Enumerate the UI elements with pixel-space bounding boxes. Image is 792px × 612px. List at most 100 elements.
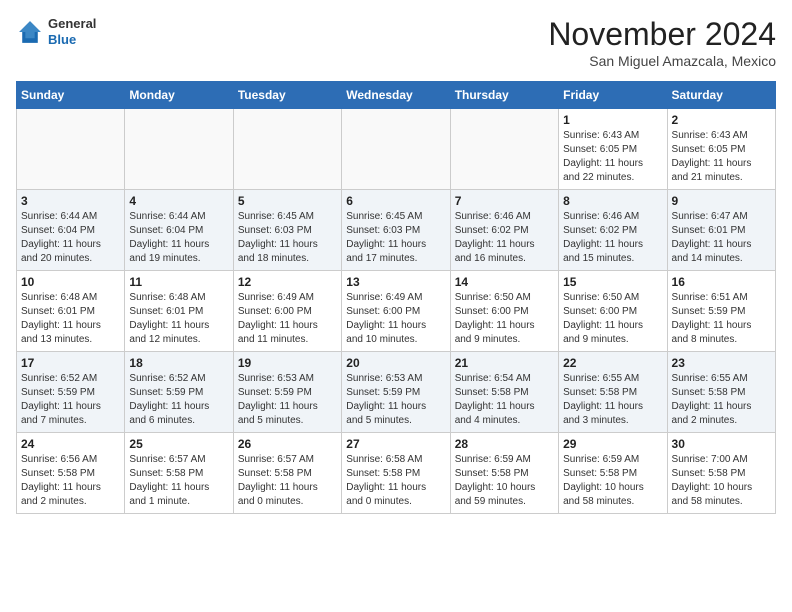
calendar-day-cell: 21 Sunrise: 6:54 AM Sunset: 5:58 PM Dayli…	[450, 352, 558, 433]
weekday-header: Wednesday	[342, 82, 450, 109]
day-number: 10	[21, 275, 120, 289]
calendar-week-row: 24 Sunrise: 6:56 AM Sunset: 5:58 PM Dayli…	[17, 433, 776, 514]
day-number: 23	[672, 356, 771, 370]
day-info: Sunrise: 6:59 AM Sunset: 5:58 PM Dayligh…	[563, 453, 662, 509]
day-info: Sunrise: 6:53 AM Sunset: 5:59 PM Dayligh…	[238, 372, 337, 428]
day-info: Sunrise: 6:47 AM Sunset: 6:01 PM Dayligh…	[672, 210, 771, 266]
calendar-day-cell: 9 Sunrise: 6:47 AM Sunset: 6:01 PM Daylig…	[667, 190, 775, 271]
day-info: Sunrise: 6:45 AM Sunset: 6:03 PM Dayligh…	[346, 210, 445, 266]
calendar-day-cell: 28 Sunrise: 6:59 AM Sunset: 5:58 PM Dayli…	[450, 433, 558, 514]
day-info: Sunrise: 6:45 AM Sunset: 6:03 PM Dayligh…	[238, 210, 337, 266]
logo-icon	[16, 18, 44, 46]
day-number: 30	[672, 437, 771, 451]
day-number: 18	[129, 356, 228, 370]
day-info: Sunrise: 7:00 AM Sunset: 5:58 PM Dayligh…	[672, 453, 771, 509]
day-number: 12	[238, 275, 337, 289]
day-info: Sunrise: 6:51 AM Sunset: 5:59 PM Dayligh…	[672, 291, 771, 347]
calendar-day-cell	[125, 109, 233, 190]
calendar-day-cell: 26 Sunrise: 6:57 AM Sunset: 5:58 PM Dayli…	[233, 433, 341, 514]
day-info: Sunrise: 6:44 AM Sunset: 6:04 PM Dayligh…	[129, 210, 228, 266]
day-info: Sunrise: 6:53 AM Sunset: 5:59 PM Dayligh…	[346, 372, 445, 428]
day-number: 22	[563, 356, 662, 370]
day-info: Sunrise: 6:46 AM Sunset: 6:02 PM Dayligh…	[455, 210, 554, 266]
location: San Miguel Amazcala, Mexico	[548, 53, 776, 69]
weekday-header: Saturday	[667, 82, 775, 109]
day-info: Sunrise: 6:54 AM Sunset: 5:58 PM Dayligh…	[455, 372, 554, 428]
day-number: 26	[238, 437, 337, 451]
weekday-header: Tuesday	[233, 82, 341, 109]
logo: General Blue	[16, 16, 96, 47]
day-number: 13	[346, 275, 445, 289]
day-info: Sunrise: 6:57 AM Sunset: 5:58 PM Dayligh…	[129, 453, 228, 509]
calendar-day-cell: 19Sunrise: 6:53 AM Sunset: 5:59 PM Dayli…	[233, 352, 341, 433]
day-info: Sunrise: 6:43 AM Sunset: 6:05 PM Dayligh…	[563, 129, 662, 185]
day-info: Sunrise: 6:52 AM Sunset: 5:59 PM Dayligh…	[21, 372, 120, 428]
day-number: 15	[563, 275, 662, 289]
calendar-day-cell	[450, 109, 558, 190]
day-number: 16	[672, 275, 771, 289]
calendar-day-cell: 12 Sunrise: 6:49 AM Sunset: 6:00 PM Dayli…	[233, 271, 341, 352]
calendar-week-row: 1Sunrise: 6:43 AM Sunset: 6:05 PM Daylig…	[17, 109, 776, 190]
day-number: 6	[346, 194, 445, 208]
day-info: Sunrise: 6:46 AM Sunset: 6:02 PM Dayligh…	[563, 210, 662, 266]
day-number: 25	[129, 437, 228, 451]
weekday-header: Thursday	[450, 82, 558, 109]
calendar-day-cell: 7 Sunrise: 6:46 AM Sunset: 6:02 PM Daylig…	[450, 190, 558, 271]
weekday-header: Sunday	[17, 82, 125, 109]
day-number: 27	[346, 437, 445, 451]
day-info: Sunrise: 6:44 AM Sunset: 6:04 PM Dayligh…	[21, 210, 120, 266]
calendar-day-cell: 1Sunrise: 6:43 AM Sunset: 6:05 PM Daylig…	[559, 109, 667, 190]
calendar-day-cell: 15Sunrise: 6:50 AM Sunset: 6:00 PM Dayli…	[559, 271, 667, 352]
day-number: 14	[455, 275, 554, 289]
logo-text: General Blue	[48, 16, 96, 47]
calendar-day-cell: 14Sunrise: 6:50 AM Sunset: 6:00 PM Dayli…	[450, 271, 558, 352]
calendar-day-cell: 8 Sunrise: 6:46 AM Sunset: 6:02 PM Daylig…	[559, 190, 667, 271]
calendar-week-row: 10 Sunrise: 6:48 AM Sunset: 6:01 PM Dayli…	[17, 271, 776, 352]
calendar-day-cell: 27Sunrise: 6:58 AM Sunset: 5:58 PM Dayli…	[342, 433, 450, 514]
calendar-day-cell: 22Sunrise: 6:55 AM Sunset: 5:58 PM Dayli…	[559, 352, 667, 433]
calendar-day-cell: 20 Sunrise: 6:53 AM Sunset: 5:59 PM Dayli…	[342, 352, 450, 433]
calendar-header-row: SundayMondayTuesdayWednesdayThursdayFrid…	[17, 82, 776, 109]
calendar-day-cell: 13Sunrise: 6:49 AM Sunset: 6:00 PM Dayli…	[342, 271, 450, 352]
day-info: Sunrise: 6:59 AM Sunset: 5:58 PM Dayligh…	[455, 453, 554, 509]
day-number: 28	[455, 437, 554, 451]
calendar-day-cell: 3 Sunrise: 6:44 AM Sunset: 6:04 PM Daylig…	[17, 190, 125, 271]
calendar-day-cell: 29 Sunrise: 6:59 AM Sunset: 5:58 PM Dayli…	[559, 433, 667, 514]
calendar-week-row: 17Sunrise: 6:52 AM Sunset: 5:59 PM Dayli…	[17, 352, 776, 433]
calendar-day-cell: 6 Sunrise: 6:45 AM Sunset: 6:03 PM Daylig…	[342, 190, 450, 271]
calendar-table: SundayMondayTuesdayWednesdayThursdayFrid…	[16, 81, 776, 514]
day-info: Sunrise: 6:49 AM Sunset: 6:00 PM Dayligh…	[238, 291, 337, 347]
day-number: 4	[129, 194, 228, 208]
day-info: Sunrise: 6:43 AM Sunset: 6:05 PM Dayligh…	[672, 129, 771, 185]
day-number: 29	[563, 437, 662, 451]
calendar-day-cell	[342, 109, 450, 190]
day-info: Sunrise: 6:57 AM Sunset: 5:58 PM Dayligh…	[238, 453, 337, 509]
day-number: 20	[346, 356, 445, 370]
calendar-day-cell: 17Sunrise: 6:52 AM Sunset: 5:59 PM Dayli…	[17, 352, 125, 433]
day-number: 2	[672, 113, 771, 127]
day-info: Sunrise: 6:48 AM Sunset: 6:01 PM Dayligh…	[129, 291, 228, 347]
title-block: November 2024 San Miguel Amazcala, Mexic…	[548, 16, 776, 69]
calendar-day-cell	[233, 109, 341, 190]
day-number: 7	[455, 194, 554, 208]
calendar-day-cell: 23 Sunrise: 6:55 AM Sunset: 5:58 PM Dayli…	[667, 352, 775, 433]
calendar-day-cell: 10 Sunrise: 6:48 AM Sunset: 6:01 PM Dayli…	[17, 271, 125, 352]
day-number: 3	[21, 194, 120, 208]
day-info: Sunrise: 6:55 AM Sunset: 5:58 PM Dayligh…	[672, 372, 771, 428]
day-number: 11	[129, 275, 228, 289]
calendar-day-cell	[17, 109, 125, 190]
day-info: Sunrise: 6:52 AM Sunset: 5:59 PM Dayligh…	[129, 372, 228, 428]
logo-general: General	[48, 16, 96, 32]
day-info: Sunrise: 6:56 AM Sunset: 5:58 PM Dayligh…	[21, 453, 120, 509]
calendar-day-cell: 5Sunrise: 6:45 AM Sunset: 6:03 PM Daylig…	[233, 190, 341, 271]
weekday-header: Monday	[125, 82, 233, 109]
day-info: Sunrise: 6:48 AM Sunset: 6:01 PM Dayligh…	[21, 291, 120, 347]
calendar-day-cell: 25 Sunrise: 6:57 AM Sunset: 5:58 PM Dayli…	[125, 433, 233, 514]
calendar-week-row: 3 Sunrise: 6:44 AM Sunset: 6:04 PM Daylig…	[17, 190, 776, 271]
day-number: 21	[455, 356, 554, 370]
calendar-day-cell: 16 Sunrise: 6:51 AM Sunset: 5:59 PM Dayli…	[667, 271, 775, 352]
day-number: 8	[563, 194, 662, 208]
weekday-header: Friday	[559, 82, 667, 109]
day-number: 24	[21, 437, 120, 451]
day-number: 9	[672, 194, 771, 208]
